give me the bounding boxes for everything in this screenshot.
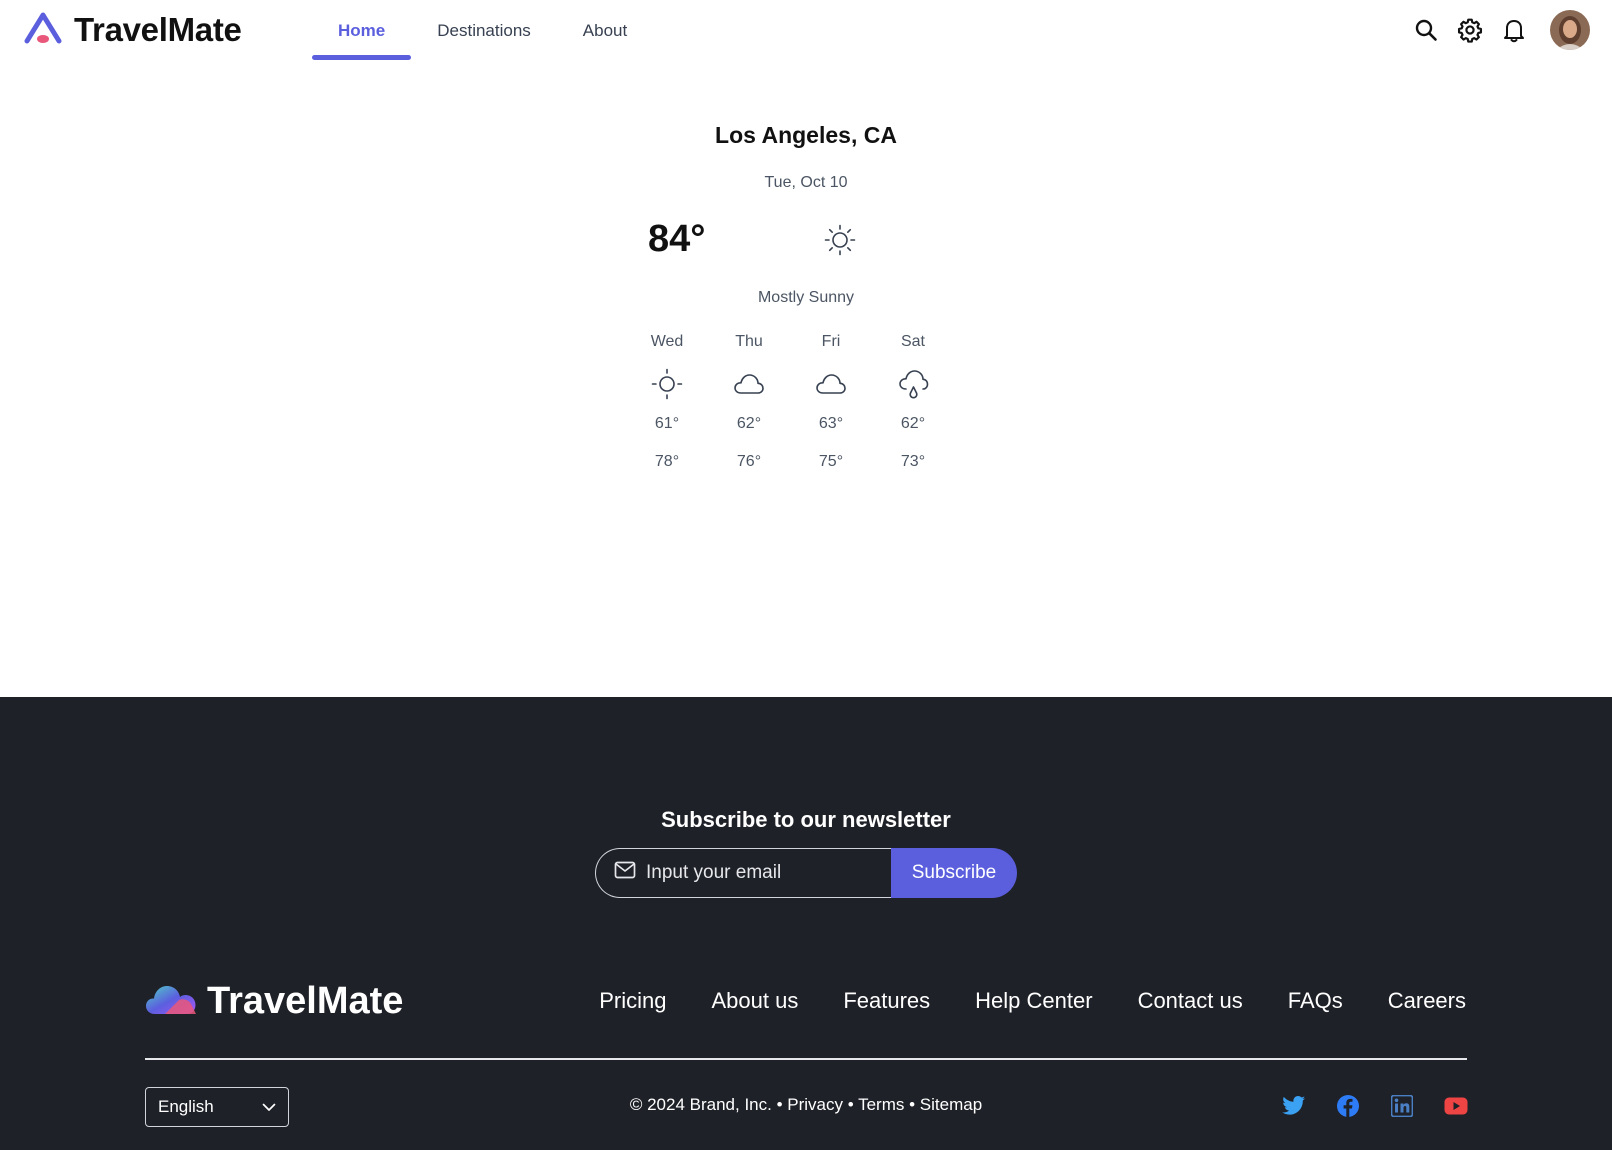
forecast-list: Wed 61° 78° Thu 62° 76° Fri 63° 75° Sat …: [626, 330, 954, 474]
forecast-high: 73°: [900, 453, 926, 470]
footer-divider: [145, 1058, 1467, 1060]
travelmate-logo-icon: [24, 12, 62, 49]
forecast-low: 63°: [818, 415, 844, 432]
active-tab-indicator: [312, 55, 412, 60]
nav-tab-label: Destinations: [437, 21, 531, 40]
bell-icon[interactable]: [1500, 16, 1528, 44]
cloud-icon: [815, 364, 847, 404]
city-name: Los Angeles, CA: [715, 122, 897, 148]
social-links: [1282, 1094, 1468, 1118]
nav-tab-label: About: [582, 21, 628, 40]
forecast-high: 78°: [654, 453, 680, 470]
forecast-day-name: Sat: [900, 333, 925, 350]
main-nav: Home Destinations About: [312, 0, 653, 62]
forecast-day: Fri 63° 75°: [790, 330, 872, 474]
brand-name: TravelMate: [74, 11, 242, 48]
copyright-text: © 2024 Brand, Inc.: [629, 1095, 772, 1114]
cloud-icon: [733, 364, 765, 404]
footer-link-contact-us[interactable]: Contact us: [1138, 984, 1243, 1018]
footer-link-help-center[interactable]: Help Center: [975, 984, 1092, 1018]
header-actions: [1412, 10, 1590, 50]
forecast-day: Wed 61° 78°: [626, 330, 708, 474]
forecast-day-name: Fri: [821, 333, 841, 350]
nav-tab-destinations[interactable]: Destinations: [411, 0, 557, 62]
search-icon[interactable]: [1412, 16, 1440, 44]
footer-links: Pricing About us Features Help Center Co…: [599, 984, 1466, 1018]
travelmate-cloud-logo-icon: [145, 982, 197, 1021]
footer-brand[interactable]: TravelMate: [145, 979, 403, 1023]
top-nav-bar: TravelMate Home Destinations About: [0, 0, 1612, 62]
legal-link-sitemap[interactable]: Sitemap: [920, 1095, 982, 1114]
nav-tab-home[interactable]: Home: [312, 0, 412, 62]
subscribe-button[interactable]: Subscribe: [891, 848, 1017, 898]
forecast-low: 61°: [654, 415, 680, 432]
footer-link-careers[interactable]: Careers: [1388, 984, 1466, 1018]
newsletter-form: Input your email Subscribe: [595, 848, 1017, 898]
forecast-low: 62°: [900, 415, 926, 432]
forecast-day-name: Wed: [650, 333, 684, 350]
email-placeholder: Input your email: [646, 862, 782, 883]
avatar[interactable]: [1550, 10, 1590, 50]
mail-icon: [614, 861, 636, 885]
forecast-day: Thu 62° 76°: [708, 330, 790, 474]
forecast-day-name: Thu: [735, 333, 763, 350]
footer-link-about-us[interactable]: About us: [712, 984, 799, 1018]
footer-link-faqs[interactable]: FAQs: [1288, 984, 1343, 1018]
footer: Subscribe to our newsletter Input your e…: [0, 697, 1612, 1150]
linkedin-icon[interactable]: [1390, 1094, 1414, 1118]
gear-icon[interactable]: [1456, 16, 1484, 44]
weather-condition: Mostly Sunny: [757, 289, 855, 306]
brand[interactable]: TravelMate: [24, 10, 242, 50]
forecast-high: 75°: [818, 453, 844, 470]
forecast-high: 76°: [736, 453, 762, 470]
forecast-day: Sat 62° 73°: [872, 330, 954, 474]
current-temperature: 84°: [648, 218, 706, 260]
footer-link-pricing[interactable]: Pricing: [599, 984, 666, 1018]
sun-icon: [824, 224, 856, 261]
footer-link-features[interactable]: Features: [843, 984, 930, 1018]
twitter-icon[interactable]: [1282, 1094, 1306, 1118]
footer-brand-name: TravelMate: [207, 979, 404, 1022]
email-input[interactable]: Input your email: [595, 848, 891, 898]
rain-icon: [897, 364, 929, 404]
nav-tab-about[interactable]: About: [557, 0, 653, 62]
forecast-low: 62°: [736, 415, 762, 432]
legal-link-privacy[interactable]: Privacy: [787, 1095, 843, 1114]
facebook-icon[interactable]: [1336, 1094, 1360, 1118]
newsletter-title: Subscribe to our newsletter: [661, 807, 951, 832]
nav-tab-label: Home: [338, 21, 386, 40]
sun-icon: [651, 364, 683, 404]
legal-link-terms[interactable]: Terms: [858, 1095, 904, 1114]
youtube-icon[interactable]: [1444, 1094, 1468, 1118]
weather-date: Tue, Oct 10: [764, 174, 848, 191]
